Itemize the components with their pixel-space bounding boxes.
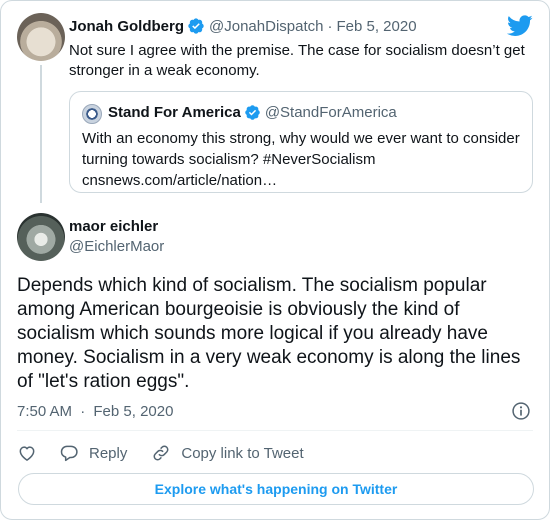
author-name[interactable]: maor eichler [69,218,158,235]
verified-badge-icon [188,18,204,34]
embedded-tweet-card: Jonah Goldberg @JonahDispatch · Feb 5, 2… [0,0,550,520]
explore-twitter-button[interactable]: Explore what's happening on Twitter [18,473,534,505]
twitter-bird-icon[interactable] [507,15,533,37]
copy-link-label[interactable]: Copy link to Tweet [181,445,303,462]
reply-label[interactable]: Reply [89,445,127,462]
header-separator: · [327,17,333,35]
quoted-tweet-text: With an economy this strong, why would w… [82,128,522,191]
tweet-actions: Reply Copy link to Tweet [17,441,304,465]
quoted-author-name: Stand For America [108,104,241,121]
quoted-tweet[interactable]: Stand For America @StandForAmerica With … [69,91,533,193]
quoted-text-line: turning towards socialism? #NeverSociali… [82,151,376,168]
reply-button[interactable]: Reply [59,443,127,463]
tweet-time[interactable]: 7:50 AM [17,403,72,420]
quoted-link[interactable]: cnsnews.com/article/nation… [82,170,522,191]
tweet-text: Depends which kind of socialism. The soc… [17,275,521,392]
thread-connector-line [40,65,42,203]
heart-icon [19,446,35,461]
timestamp-separator: · [80,403,86,420]
tweet-timestamp[interactable]: 7:50 AM · Feb 5, 2020 [17,403,173,420]
avatar-jonah-goldberg[interactable] [17,13,65,61]
link-icon [153,445,169,461]
reply-icon [60,445,78,462]
parent-author-handle[interactable]: @JonahDispatch [209,18,323,35]
divider [17,430,533,431]
parent-tweet-date[interactable]: Feb 5, 2020 [336,18,416,35]
info-icon[interactable] [511,401,531,421]
parent-author-name[interactable]: Jonah Goldberg [69,18,184,35]
parent-tweet-header: Jonah Goldberg @JonahDispatch · Feb 5, 2… [69,17,417,35]
avatar-maor-eichler[interactable] [17,213,65,261]
copy-link-button[interactable]: Copy link to Tweet [151,443,304,463]
quoted-author-handle: @StandForAmerica [264,104,397,121]
like-button[interactable] [17,443,37,463]
tweet-date[interactable]: Feb 5, 2020 [93,403,173,420]
author-handle[interactable]: @EichlerMaor [69,238,164,255]
quoted-tweet-header: Stand For America @StandForAmerica [108,104,397,121]
parent-tweet-text: Not sure I agree with the premise. The c… [69,42,525,79]
avatar-stand-for-america [82,104,102,124]
verified-badge-icon [245,105,260,120]
quoted-text-line: With an economy this strong, why would w… [82,130,520,147]
